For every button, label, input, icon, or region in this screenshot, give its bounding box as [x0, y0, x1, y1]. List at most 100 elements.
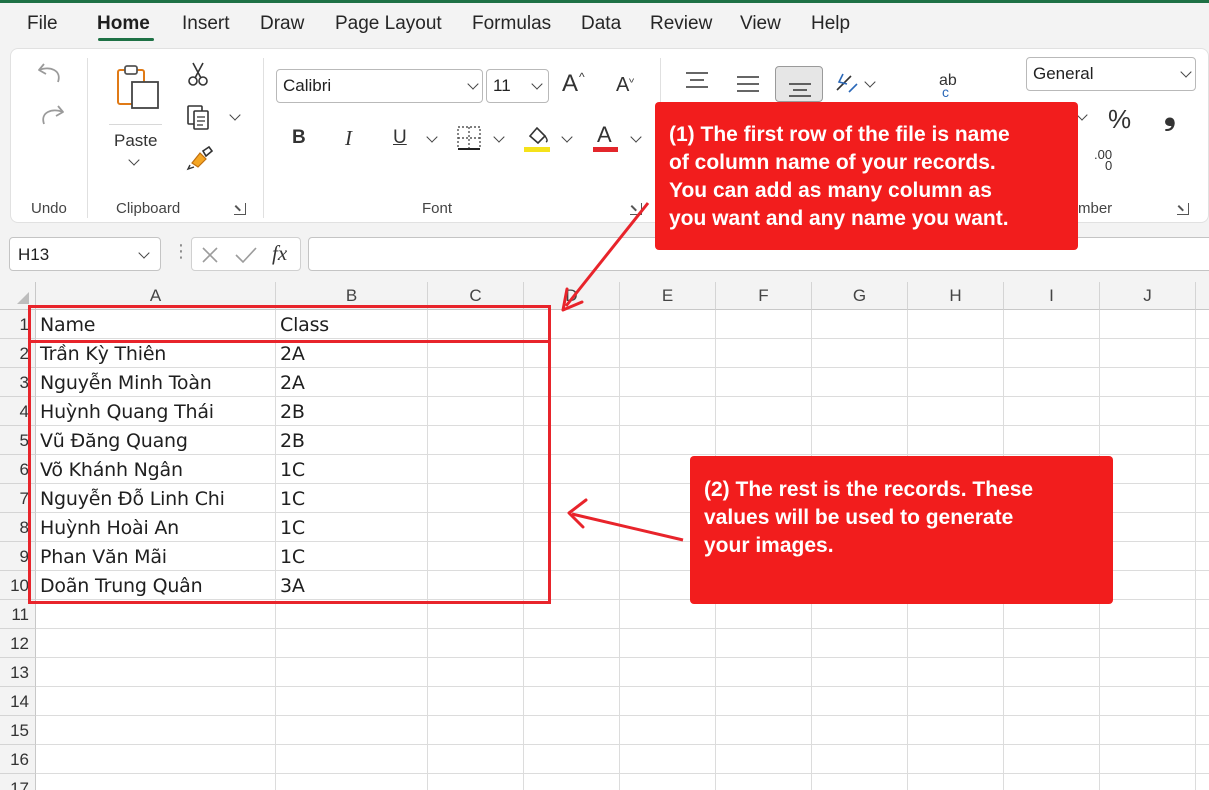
font-launcher-icon[interactable]: [630, 203, 642, 215]
fill-color-icon[interactable]: [523, 122, 551, 154]
redo-icon[interactable]: [36, 100, 66, 128]
chevron-down-icon: [1180, 66, 1192, 78]
enter-icon[interactable]: [234, 245, 258, 265]
align-bottom-button[interactable]: [775, 66, 823, 102]
column-header-e[interactable]: E: [620, 282, 716, 310]
font-size-value: 11: [493, 76, 511, 95]
callout1-line: You can add as many column as: [669, 179, 992, 202]
chevron-down-icon: [531, 78, 543, 90]
records-highlight: [28, 340, 551, 604]
cancel-icon[interactable]: [200, 245, 220, 265]
clipboard-launcher-icon[interactable]: [234, 203, 246, 215]
column-header-g[interactable]: G: [812, 282, 908, 310]
percent-icon[interactable]: %: [1108, 106, 1131, 132]
tab-file[interactable]: File: [27, 13, 58, 35]
group-label-font: Font: [422, 200, 453, 217]
callout1-line: (1) The first row of the file is name: [669, 123, 1010, 146]
tab-insert[interactable]: Insert: [182, 13, 230, 35]
chevron-down-icon: [138, 247, 150, 259]
caret-up-icon: ^: [579, 70, 585, 84]
row-header[interactable]: 14: [0, 687, 36, 716]
decrease-decimal-zero: 0: [1105, 158, 1113, 173]
callout-records-explanation: (2) The rest is the records. These value…: [690, 456, 1113, 604]
callout1-line: you want and any name you want.: [669, 207, 1009, 230]
select-all-icon: [17, 292, 29, 304]
copy-icon[interactable]: [185, 103, 213, 131]
grow-font-icon[interactable]: A: [562, 72, 578, 96]
row-header[interactable]: 15: [0, 716, 36, 745]
column-header-k[interactable]: [1196, 282, 1209, 310]
row-gridline: [36, 773, 1209, 774]
column-header-f[interactable]: F: [716, 282, 812, 310]
caret-down-icon: ^: [629, 72, 635, 84]
row-gridline: [36, 628, 1209, 629]
paste-icon[interactable]: [112, 64, 162, 114]
column-gridline: [619, 310, 620, 790]
tab-formulas[interactable]: Formulas: [472, 13, 551, 35]
paste-label[interactable]: Paste: [114, 131, 157, 151]
menu-bar: File Home Insert Draw Page Layout Formul…: [0, 3, 1209, 47]
callout1-line: of column name of your records.: [669, 151, 996, 174]
column-gridline: [1195, 310, 1196, 790]
comma-style-icon[interactable]: ❟: [1164, 100, 1176, 130]
tab-view[interactable]: View: [740, 13, 781, 35]
column-header-i[interactable]: I: [1004, 282, 1100, 310]
align-top-icon[interactable]: [684, 70, 710, 90]
formula-bar-grip-icon: ⋮: [172, 241, 190, 261]
font-name-select[interactable]: Calibri: [276, 69, 483, 103]
group-label-number: mber: [1078, 200, 1113, 217]
formula-buttons: fx: [191, 237, 301, 271]
name-box-value: H13: [18, 245, 50, 264]
column-header-h[interactable]: H: [908, 282, 1004, 310]
row-header[interactable]: 17: [0, 774, 36, 790]
callout2-line: (2) The rest is the records. These: [704, 478, 1034, 501]
font-color-swatch: [593, 147, 618, 152]
font-color-icon[interactable]: A: [597, 124, 612, 146]
number-format-value: General: [1033, 64, 1094, 83]
row-header[interactable]: 16: [0, 745, 36, 774]
callout-header-explanation: (1) The first row of the file is name of…: [655, 102, 1078, 250]
format-painter-icon[interactable]: [186, 145, 214, 171]
insert-function-icon[interactable]: fx: [272, 241, 287, 266]
group-label-undo: Undo: [31, 200, 67, 217]
active-tab-indicator: [98, 38, 154, 41]
group-separator: [263, 58, 264, 218]
chevron-down-icon: [467, 78, 479, 90]
cut-icon[interactable]: [186, 60, 210, 88]
shrink-font-icon[interactable]: A: [616, 75, 629, 95]
row-gridline: [36, 657, 1209, 658]
font-size-select[interactable]: 11: [486, 69, 549, 103]
callout2-line: values will be used to generate: [704, 506, 1014, 529]
paste-divider: [109, 124, 162, 125]
underline-button[interactable]: U: [393, 128, 407, 147]
group-separator: [87, 58, 88, 218]
row-header[interactable]: 12: [0, 629, 36, 658]
number-format-select[interactable]: General: [1026, 57, 1196, 91]
header-row-highlight: [28, 305, 551, 343]
orientation-icon[interactable]: [833, 70, 861, 96]
tab-home[interactable]: Home: [97, 13, 150, 35]
group-label-clipboard: Clipboard: [116, 200, 181, 217]
tab-page-layout[interactable]: Page Layout: [335, 13, 442, 35]
column-header-j[interactable]: J: [1100, 282, 1196, 310]
name-box[interactable]: H13: [9, 237, 161, 271]
wrap-text-arrow-icon: c: [942, 84, 949, 100]
font-name-value: Calibri: [283, 76, 332, 95]
tab-draw[interactable]: Draw: [260, 13, 304, 35]
callout2-line: your images.: [704, 534, 834, 557]
align-middle-icon[interactable]: [735, 74, 761, 94]
italic-button[interactable]: I: [345, 128, 352, 149]
borders-icon[interactable]: [456, 125, 482, 151]
bold-button[interactable]: B: [292, 128, 306, 147]
row-header[interactable]: 11: [0, 600, 36, 629]
tab-help[interactable]: Help: [811, 13, 850, 35]
number-launcher-icon[interactable]: [1177, 203, 1189, 215]
undo-icon[interactable]: [36, 58, 66, 86]
row-header[interactable]: 13: [0, 658, 36, 687]
row-gridline: [36, 744, 1209, 745]
tab-data[interactable]: Data: [581, 13, 621, 35]
tab-review[interactable]: Review: [650, 13, 712, 35]
align-bottom-icon: [789, 83, 811, 97]
row-gridline: [36, 715, 1209, 716]
row-gridline: [36, 686, 1209, 687]
